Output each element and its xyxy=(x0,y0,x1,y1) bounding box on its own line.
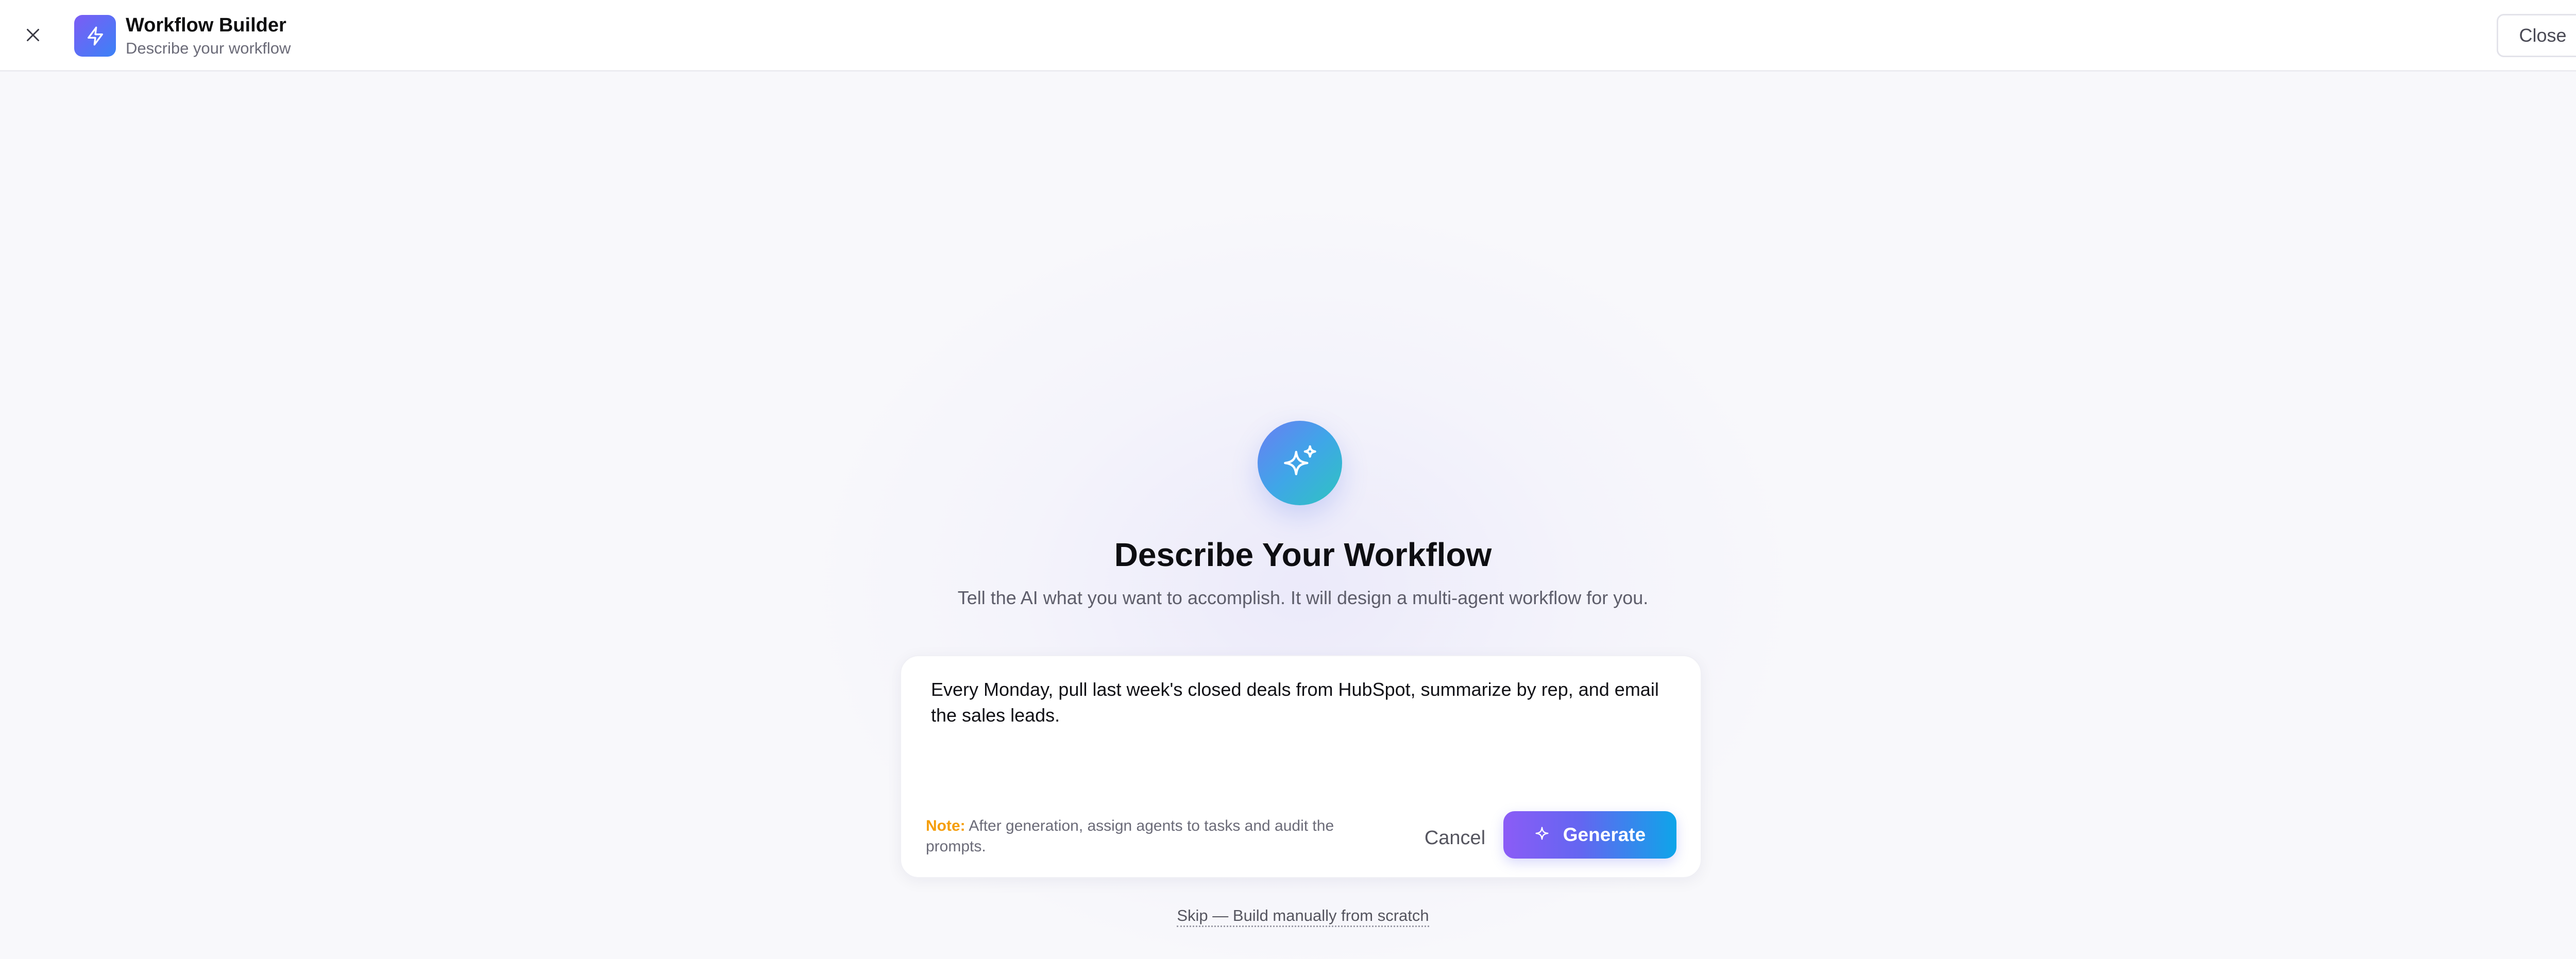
sparkle-icon xyxy=(1534,824,1550,846)
skip-container: Skip — Build manually from scratch xyxy=(0,906,2576,927)
app-subtitle: Describe your workflow xyxy=(126,39,291,57)
generate-button[interactable]: Generate xyxy=(1503,811,1676,859)
note-text: Note: After generation, assign agents to… xyxy=(926,816,1379,857)
skip-link[interactable]: Skip — Build manually from scratch xyxy=(1177,906,1429,927)
note-body: After generation, assign agents to tasks… xyxy=(926,817,1334,855)
page-description: Tell the AI what you want to accomplish.… xyxy=(957,587,1649,608)
top-bar: Workflow Builder Describe your workflow … xyxy=(0,0,2576,72)
app-title: Workflow Builder xyxy=(126,14,286,36)
generate-label: Generate xyxy=(1563,824,1646,845)
cancel-button[interactable]: Cancel xyxy=(1403,817,1506,859)
sparkles-icon xyxy=(1258,421,1342,505)
close-button[interactable]: Close xyxy=(2497,14,2576,57)
close-icon[interactable] xyxy=(21,23,45,47)
page-heading: Describe Your Workflow xyxy=(1114,536,1492,573)
lightning-icon xyxy=(74,15,116,57)
prompt-card: Every Monday, pull last week's closed de… xyxy=(900,655,1702,878)
note-label: Note: xyxy=(926,817,965,834)
workflow-prompt-input[interactable]: Every Monday, pull last week's closed de… xyxy=(931,677,1673,790)
